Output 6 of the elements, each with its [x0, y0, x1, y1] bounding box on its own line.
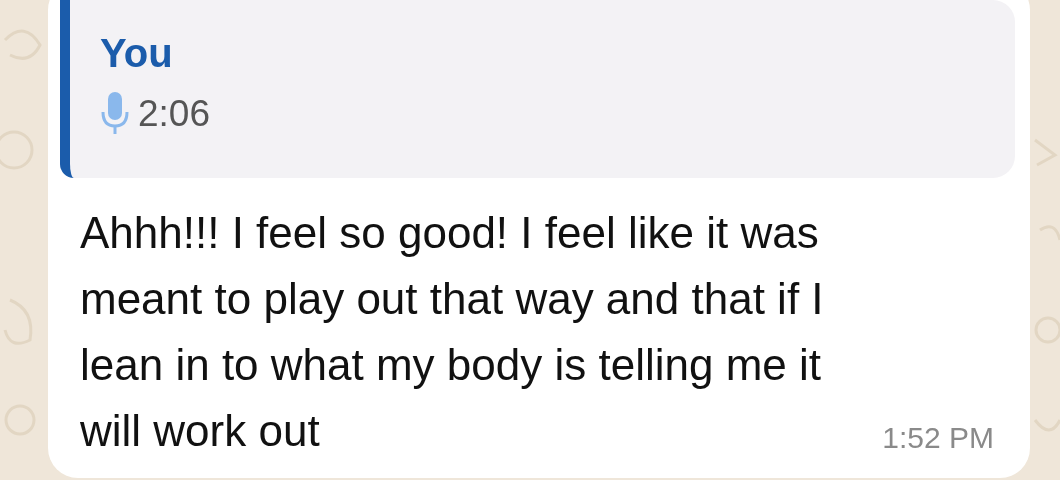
quoted-message[interactable]: You 2:06 — [60, 0, 1015, 178]
quoted-author: You — [100, 30, 173, 76]
message-time: 1:52 PM — [882, 420, 994, 456]
message-text: Ahhh!!! I feel so good! I feel like it was meant to play out that way and that if I lean in to what my body is telling me it will work out — [80, 207, 825, 457]
voice-duration: 2:06 — [138, 92, 210, 136]
microphone-icon — [100, 92, 130, 136]
